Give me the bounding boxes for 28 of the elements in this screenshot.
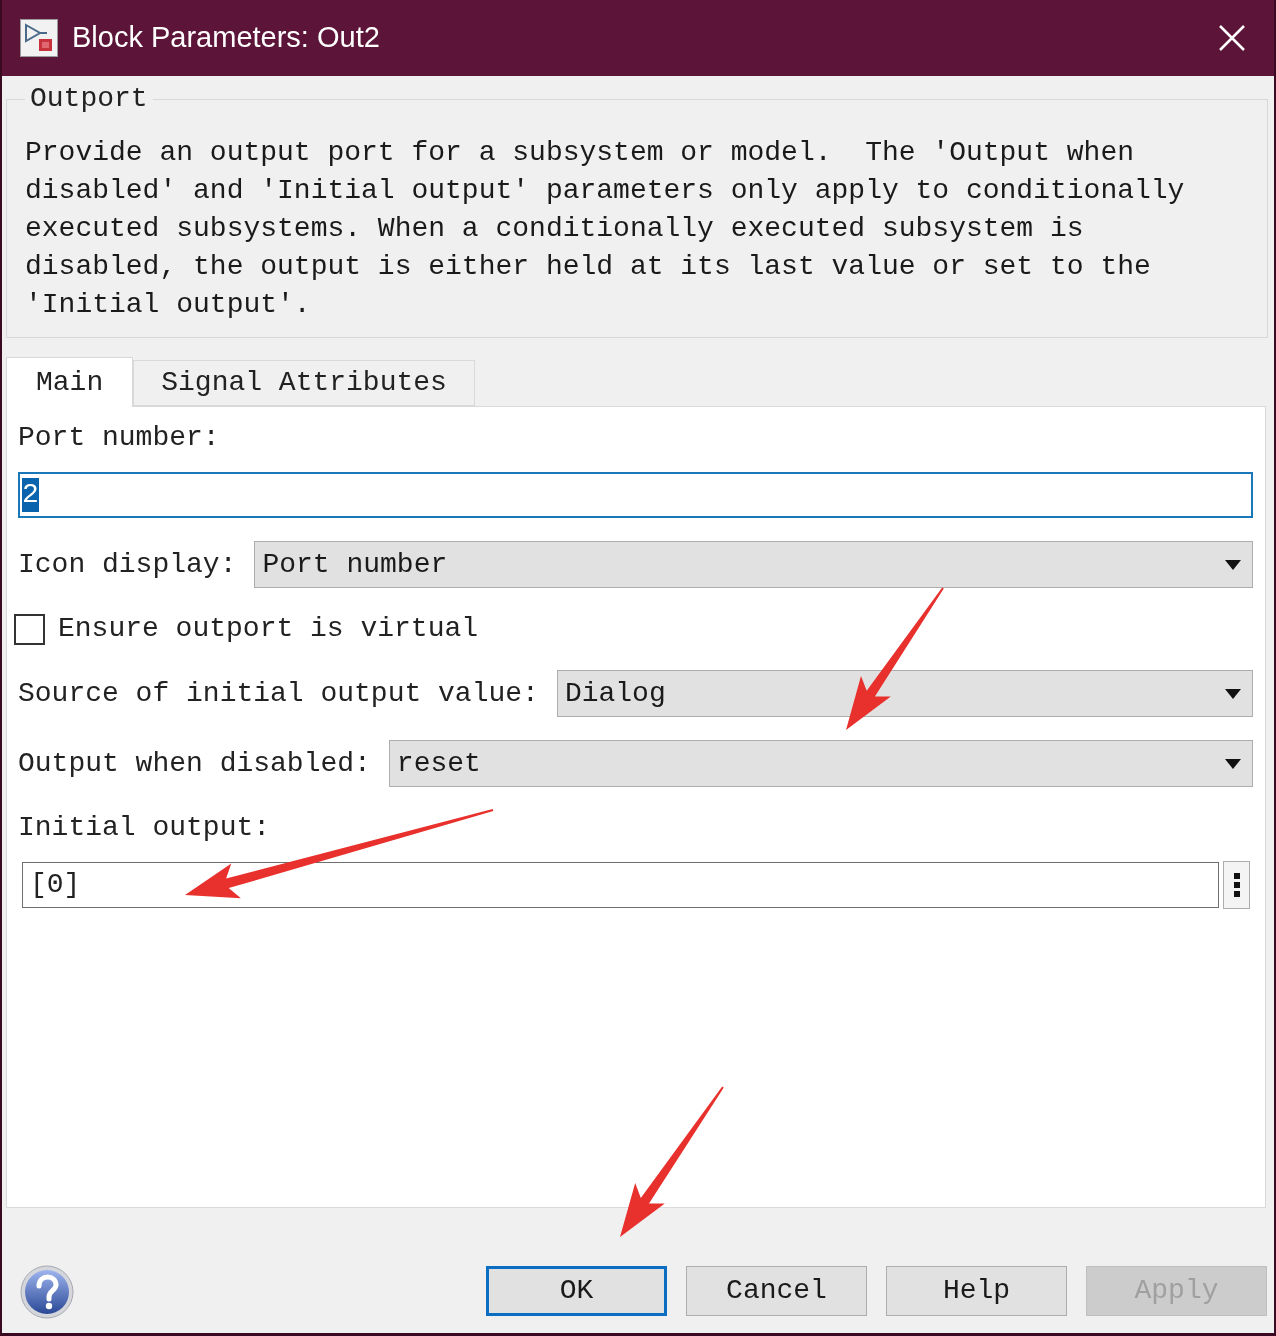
- dialog-button[interactable]: OK: [486, 1266, 667, 1316]
- caret-icon: [1225, 688, 1241, 699]
- checkbox[interactable]: [14, 613, 45, 645]
- text-field[interactable]: 2: [18, 472, 1253, 518]
- dialog-button[interactable]: Cancel: [686, 1266, 867, 1316]
- options-button[interactable]: [1223, 861, 1250, 909]
- field-label: Output when disabled:: [18, 746, 371, 781]
- vertical-dots-icon: [1233, 873, 1240, 897]
- block-icon: [20, 19, 58, 57]
- caret-icon: [1225, 559, 1241, 570]
- tab[interactable]: Main: [6, 357, 134, 407]
- close-icon[interactable]: [1219, 25, 1245, 51]
- dialog-button[interactable]: Help: [886, 1266, 1067, 1316]
- dropdown[interactable]: Dialog: [556, 670, 1253, 717]
- caret-icon: [1225, 758, 1241, 769]
- field-label: Source of initial output value:: [18, 676, 539, 711]
- field-label: Initial output:: [18, 811, 271, 845]
- help-icon[interactable]: [20, 1265, 74, 1319]
- field-label: Port number:: [18, 421, 220, 455]
- text-field[interactable]: [0]: [22, 862, 1219, 908]
- dropdown[interactable]: reset: [388, 740, 1253, 787]
- group-title: Outport: [29, 84, 149, 114]
- field-label: Icon display:: [18, 547, 237, 582]
- dropdown[interactable]: Port number: [254, 541, 1253, 588]
- tab[interactable]: Signal Attributes: [133, 360, 475, 406]
- checkbox-label: Ensure outport is virtual: [58, 612, 479, 646]
- window-title: Block Parameters: Out2: [72, 20, 380, 56]
- description-text: Provide an output port for a subsystem or model. The 'Output when disabled' and 'Initial output' parameters only apply to conditionally executed subsystems. When a conditionally executed subsystem is disabled, the output is either held at its last value or set to the 'Initial output'.: [25, 136, 1186, 322]
